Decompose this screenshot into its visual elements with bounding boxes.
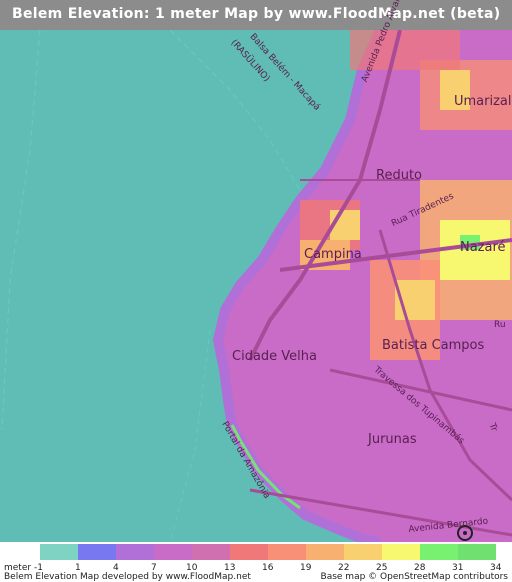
credit-osm: Base map © OpenStreetMap contributors xyxy=(320,572,508,582)
place-label-campina: Campina xyxy=(304,247,362,262)
legend-swatch xyxy=(192,544,230,560)
legend-swatch xyxy=(268,544,306,560)
map-canvas xyxy=(0,27,512,547)
legend-swatch xyxy=(40,544,78,560)
map-title: Belem Elevation: 1 meter Map by www.Floo… xyxy=(12,6,501,22)
legend-swatch xyxy=(78,544,116,560)
street-label-ru: Ru xyxy=(494,320,506,330)
legend-swatch xyxy=(382,544,420,560)
place-label-jurunas: Jurunas xyxy=(368,432,417,447)
legend-tick-label: 16 xyxy=(262,563,274,573)
legend-tick-label: 19 xyxy=(300,563,312,573)
place-label-umarizal: Umarizal xyxy=(454,94,512,109)
location-marker-dot xyxy=(463,531,467,535)
elevation-map[interactable]: Umarizal Reduto Nazaré Campina Cidade Ve… xyxy=(0,0,512,547)
credit-floodmap: Belem Elevation Map developed by www.Flo… xyxy=(4,572,251,582)
place-label-nazare: Nazaré xyxy=(460,240,506,255)
legend-swatch xyxy=(230,544,268,560)
title-bar: Belem Elevation: 1 meter Map by www.Floo… xyxy=(0,0,512,30)
place-label-reduto: Reduto xyxy=(376,168,422,183)
legend-swatch xyxy=(154,544,192,560)
place-label-cidade-velha: Cidade Velha xyxy=(232,349,317,364)
place-label-batista-campos: Batista Campos xyxy=(382,338,485,353)
legend-swatch xyxy=(116,544,154,560)
elevation-legend: meter -1 1 4 7 10 13 16 19 22 25 28 31 34 Belem Elev… xyxy=(0,542,512,582)
legend-swatch xyxy=(458,544,496,560)
legend-swatch xyxy=(420,544,458,560)
legend-swatch xyxy=(344,544,382,560)
legend-swatch xyxy=(306,544,344,560)
